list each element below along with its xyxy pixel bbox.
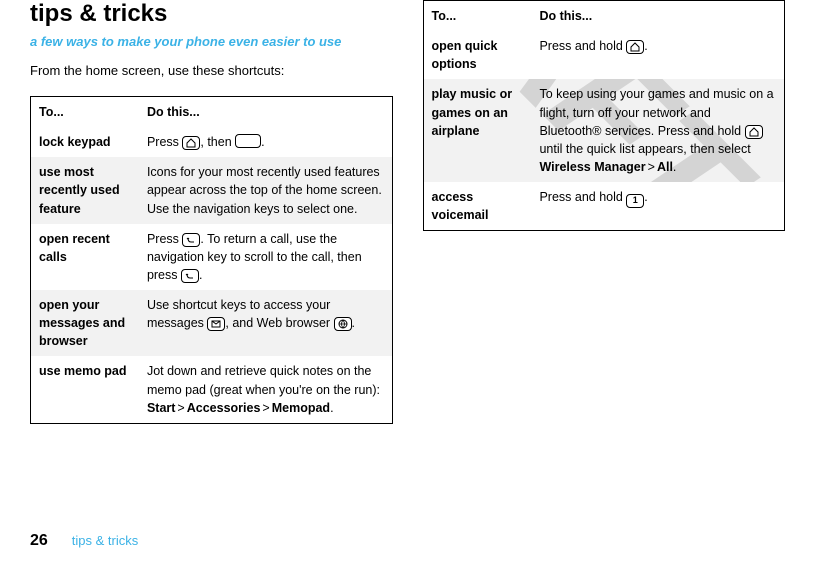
table-row: use most recently used featureIcons for … (31, 157, 393, 223)
row-action: lock keypad (31, 127, 139, 157)
menu-path-separator: > (648, 160, 655, 174)
row-instruction: Use shortcut keys to access your message… (139, 290, 392, 356)
key-send-icon (182, 233, 200, 247)
body-text: Icons for your most recently used featur… (147, 165, 382, 215)
key-one-icon: 1 (626, 194, 644, 208)
page-number: 26 (30, 532, 48, 550)
body-text: , then (200, 135, 235, 149)
right-column: To... Do this... open quick optionsPress… (423, 0, 786, 424)
body-text: . (644, 39, 647, 53)
row-action: open your messages and browser (31, 290, 139, 356)
menu-path-item: Accessories (187, 401, 261, 415)
row-instruction: Press and hold 1. (531, 182, 784, 231)
body-text: . (644, 190, 647, 204)
body-text: To keep using your games and music on a … (539, 87, 773, 137)
key-send-icon (181, 269, 199, 283)
row-instruction: Icons for your most recently used featur… (139, 157, 392, 223)
menu-path-item: All (657, 160, 673, 174)
table-row: open recent callsPress . To return a cal… (31, 224, 393, 290)
body-text: until the quick list appears, then selec… (539, 142, 750, 156)
col-header-to: To... (423, 1, 531, 32)
table-row: access voicemailPress and hold 1. (423, 182, 785, 231)
page-subtitle: a few ways to make your phone even easie… (30, 34, 393, 49)
col-header-do: Do this... (139, 97, 392, 128)
col-header-do: Do this... (531, 1, 784, 32)
key-home-icon (626, 40, 644, 54)
menu-path-item: Start (147, 401, 175, 415)
menu-path-separator: > (177, 401, 184, 415)
page-title: tips & tricks (30, 0, 393, 28)
body-text: Press (147, 232, 182, 246)
row-instruction: Press , then . (139, 127, 392, 157)
key-home-icon (182, 136, 200, 150)
body-text: Press and hold (539, 39, 626, 53)
table-row: open your messages and browserUse shortc… (31, 290, 393, 356)
body-text: Press (147, 135, 182, 149)
body-text: , and Web browser (225, 316, 333, 330)
body-text: . (199, 268, 202, 282)
row-action: use most recently used feature (31, 157, 139, 223)
row-action: open recent calls (31, 224, 139, 290)
row-instruction: To keep using your games and music on a … (531, 79, 784, 182)
intro-text: From the home screen, use these shortcut… (30, 63, 393, 78)
row-action: use memo pad (31, 356, 139, 423)
footer-section: tips & tricks (72, 533, 138, 548)
row-instruction: Press and hold . (531, 31, 784, 79)
menu-path-item: Wireless Manager (539, 160, 645, 174)
left-tbody: lock keypadPress , then .use most recent… (31, 127, 393, 423)
row-action: play music or games on an airplane (423, 79, 531, 182)
key-space-icon (235, 134, 261, 148)
body-text: Press and hold (539, 190, 626, 204)
key-home-icon (745, 125, 763, 139)
page-footer: 26 tips & tricks (30, 532, 138, 550)
table-row: open quick optionsPress and hold . (423, 31, 785, 79)
body-text: . (673, 160, 676, 174)
body-text: . (330, 401, 333, 415)
key-globe-icon (334, 317, 352, 331)
body-text: Jot down and retrieve quick notes on the… (147, 364, 380, 396)
body-text: . (352, 316, 355, 330)
body-text: . (261, 135, 264, 149)
page-content: tips & tricks a few ways to make your ph… (0, 0, 815, 424)
menu-path-item: Memopad (272, 401, 330, 415)
table-row: play music or games on an airplaneTo kee… (423, 79, 785, 182)
menu-path-separator: > (262, 401, 269, 415)
table-row: lock keypadPress , then . (31, 127, 393, 157)
shortcuts-table-right: To... Do this... open quick optionsPress… (423, 0, 786, 231)
left-column: tips & tricks a few ways to make your ph… (30, 0, 393, 424)
row-instruction: Jot down and retrieve quick notes on the… (139, 356, 392, 423)
table-row: use memo padJot down and retrieve quick … (31, 356, 393, 423)
key-mail-icon (207, 317, 225, 331)
shortcuts-table-left: To... Do this... lock keypadPress , then… (30, 96, 393, 424)
row-action: open quick options (423, 31, 531, 79)
right-tbody: open quick optionsPress and hold .play m… (423, 31, 785, 231)
col-header-to: To... (31, 97, 139, 128)
row-action: access voicemail (423, 182, 531, 231)
row-instruction: Press . To return a call, use the naviga… (139, 224, 392, 290)
